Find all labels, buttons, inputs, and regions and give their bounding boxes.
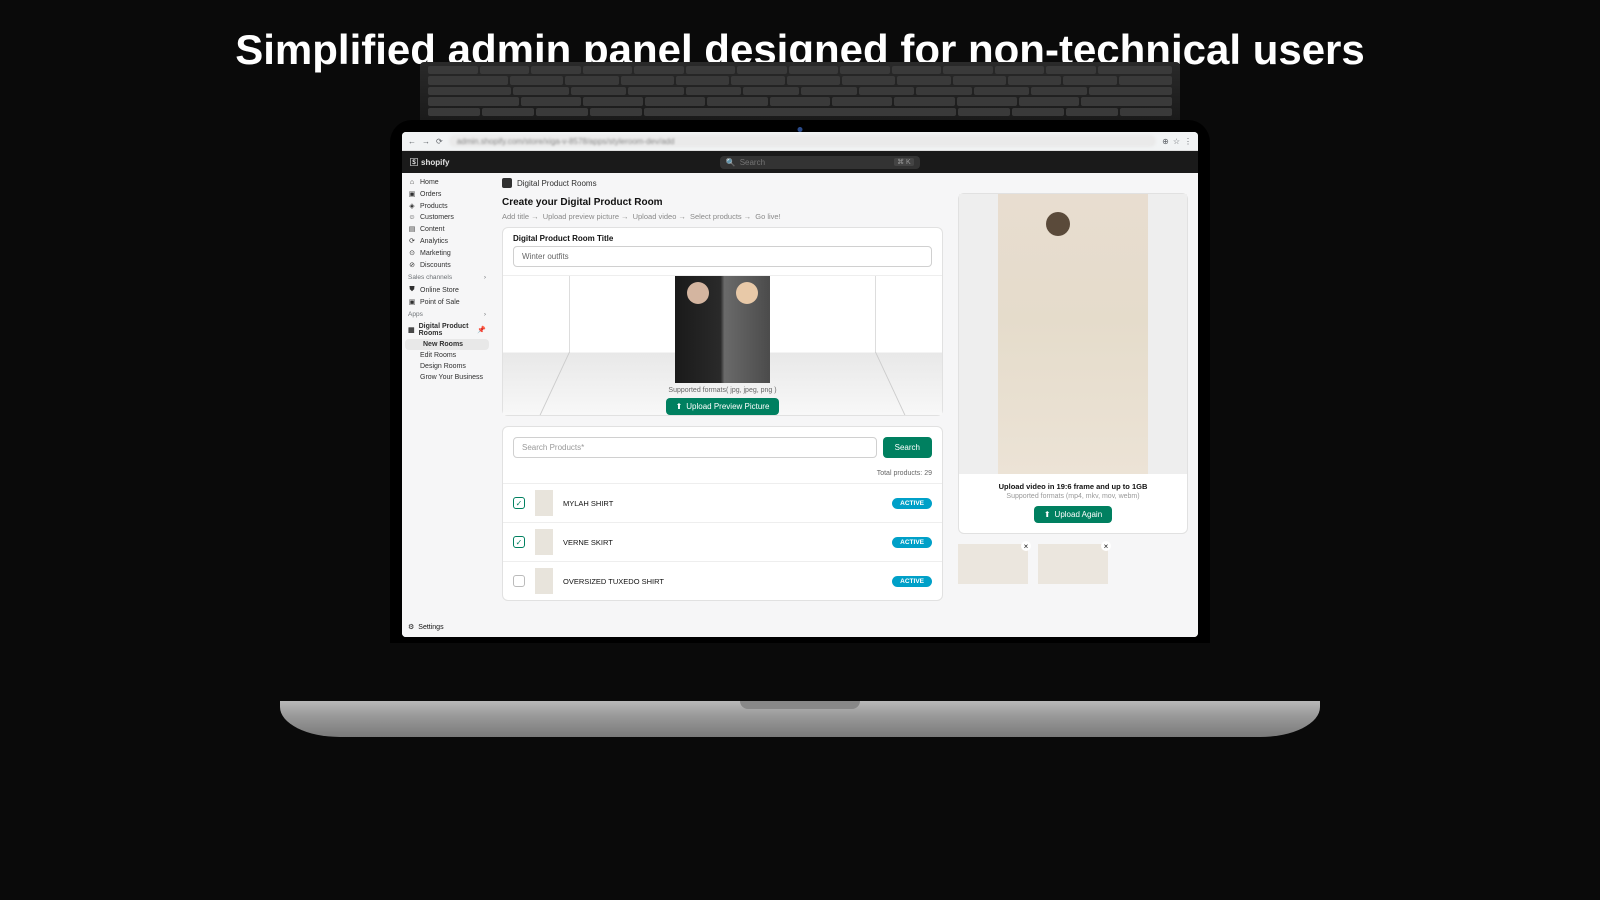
pos-icon: ▣ — [408, 298, 416, 306]
url-bar[interactable]: admin.shopify.com/store/xiga-v-8578/apps… — [449, 135, 1156, 147]
shopify-header: 🅂 shopify 🔍 ⌘ K — [402, 151, 1198, 173]
customers-icon: ☺ — [408, 214, 416, 221]
gear-icon: ⚙ — [408, 623, 414, 631]
upload-preview-button[interactable]: ⬆Upload Preview Picture — [666, 398, 780, 415]
star-icon[interactable]: ☆ — [1173, 137, 1180, 146]
store-icon: ⛊ — [408, 286, 416, 294]
checkbox[interactable] — [513, 575, 525, 587]
title-preview-card: Digital Product Room Title Winter outfit… — [502, 227, 943, 416]
sidebar-item-home[interactable]: ⌂Home — [402, 177, 492, 188]
room-title-input[interactable]: Winter outfits — [513, 246, 932, 267]
sidebar-sub-new-rooms[interactable]: New Rooms — [405, 339, 489, 350]
sidebar-item-discounts[interactable]: ⊘Discounts — [402, 259, 492, 271]
selected-thumbs: × × — [958, 544, 1188, 584]
search-input[interactable] — [740, 158, 890, 167]
app-badge-icon — [502, 178, 512, 188]
home-icon: ⌂ — [408, 179, 416, 186]
discounts-icon: ⊘ — [408, 261, 416, 269]
sidebar-settings[interactable]: ⚙Settings — [402, 621, 492, 633]
main-content: Digital Product Rooms Create your Digita… — [492, 173, 1198, 637]
product-thumb — [535, 568, 553, 594]
app-icon: ▦ — [408, 326, 415, 334]
video-figure — [998, 194, 1148, 474]
content-icon: ▤ — [408, 225, 416, 233]
thumb-item: × — [958, 544, 1028, 584]
breadcrumb: Digital Product Rooms — [492, 173, 1198, 193]
shopify-logo[interactable]: 🅂 shopify — [410, 157, 449, 168]
sidebar-item-content[interactable]: ▤Content — [402, 223, 492, 235]
product-name: VERNE SKIRT — [563, 538, 882, 547]
status-badge: ACTIVE — [892, 498, 932, 509]
page-title: Create your Digital Product Room — [502, 197, 943, 208]
orders-icon: ▣ — [408, 190, 416, 198]
sidebar-item-app-dpr[interactable]: ▦Digital Product Rooms📌 — [402, 321, 492, 339]
sidebar-item-customers[interactable]: ☺Customers — [402, 212, 492, 223]
sidebar-item-orders[interactable]: ▣Orders — [402, 188, 492, 200]
checkbox[interactable]: ✓ — [513, 536, 525, 548]
chevron-right-icon[interactable]: › — [484, 274, 486, 281]
total-products: Total products: 29 — [503, 468, 942, 483]
upload-again-button[interactable]: ⬆Upload Again — [1034, 506, 1112, 523]
title-field-label: Digital Product Room Title — [503, 228, 942, 246]
back-icon[interactable]: ← — [408, 137, 416, 146]
sidebar-sub-edit-rooms[interactable]: Edit Rooms — [402, 350, 492, 361]
search-icon: 🔍 — [726, 158, 736, 167]
extensions-icon[interactable]: ⋮ — [1184, 137, 1192, 146]
table-row[interactable]: OVERSIZED TUXEDO SHIRT ACTIVE — [503, 561, 942, 600]
marketing-icon: ⊙ — [408, 249, 416, 257]
product-thumb — [535, 529, 553, 555]
kbd-hint: ⌘ K — [894, 158, 914, 166]
sidebar-sub-design-rooms[interactable]: Design Rooms — [402, 361, 492, 372]
table-row[interactable]: ✓ VERNE SKIRT ACTIVE — [503, 522, 942, 561]
video-card: Upload video in 19:6 frame and up to 1GB… — [958, 193, 1188, 534]
shopify-icon: 🅂 — [410, 157, 418, 168]
analytics-icon: ⟳ — [408, 237, 416, 245]
sidebar-sub-grow[interactable]: Grow Your Business — [402, 372, 492, 383]
upload-icon: ⬆ — [1044, 510, 1051, 519]
thumb-image — [1038, 544, 1108, 584]
sidebar-item-products[interactable]: ◈Products — [402, 200, 492, 212]
status-badge: ACTIVE — [892, 576, 932, 587]
thumb-image — [958, 544, 1028, 584]
formats-text: Supported formats( jpg, jpeg, png ) — [668, 387, 776, 394]
laptop-base — [280, 701, 1320, 737]
sidebar-item-online-store[interactable]: ⛊Online Store — [402, 284, 492, 296]
upload-icon: ⬆ — [676, 402, 683, 411]
table-row[interactable]: ✓ MYLAH SHIRT ACTIVE — [503, 483, 942, 522]
thumb-item: × — [1038, 544, 1108, 584]
sidebar-item-marketing[interactable]: ⊙Marketing — [402, 247, 492, 259]
product-search-input[interactable]: Search Products* — [513, 437, 877, 458]
video-headline: Upload video in 19:6 frame and up to 1GB — [959, 482, 1187, 491]
sidebar-apps-header: Apps› — [402, 308, 492, 321]
forward-icon[interactable]: → — [422, 137, 430, 146]
pin-icon[interactable]: 📌 — [477, 326, 486, 334]
video-preview — [959, 194, 1187, 474]
video-sub: Supported formats (mp4, mkv, mov, webm) — [959, 493, 1187, 500]
preview-upload-area: Supported formats( jpg, jpeg, png ) ⬆Upl… — [503, 275, 942, 415]
preview-image — [675, 276, 770, 383]
sidebar-item-pos[interactable]: ▣Point of Sale — [402, 296, 492, 308]
product-thumb — [535, 490, 553, 516]
global-search[interactable]: 🔍 ⌘ K — [720, 156, 920, 169]
product-name: OVERSIZED TUXEDO SHIRT — [563, 577, 882, 586]
status-badge: ACTIVE — [892, 537, 932, 548]
product-name: MYLAH SHIRT — [563, 499, 882, 508]
keyboard — [420, 62, 1180, 120]
zoom-icon[interactable]: ⊕ — [1162, 137, 1169, 146]
checkbox[interactable]: ✓ — [513, 497, 525, 509]
sidebar-sales-header: Sales channels› — [402, 271, 492, 284]
camera-dot — [798, 127, 803, 132]
search-button[interactable]: Search — [883, 437, 932, 458]
browser-toolbar: ← → ⟳ admin.shopify.com/store/xiga-v-857… — [402, 132, 1198, 151]
products-card: Search Products* Search Total products: … — [502, 426, 943, 601]
products-icon: ◈ — [408, 202, 416, 210]
reload-icon[interactable]: ⟳ — [436, 137, 443, 146]
sidebar: ⌂Home ▣Orders ◈Products ☺Customers ▤Cont… — [402, 173, 492, 637]
sidebar-item-analytics[interactable]: ⟳Analytics — [402, 235, 492, 247]
close-icon[interactable]: × — [1101, 541, 1111, 551]
step-list: Add title→ Upload preview picture→ Uploa… — [502, 212, 943, 221]
close-icon[interactable]: × — [1021, 541, 1031, 551]
laptop-mockup: ← → ⟳ admin.shopify.com/store/xiga-v-857… — [390, 120, 1210, 737]
chevron-right-icon[interactable]: › — [484, 311, 486, 318]
